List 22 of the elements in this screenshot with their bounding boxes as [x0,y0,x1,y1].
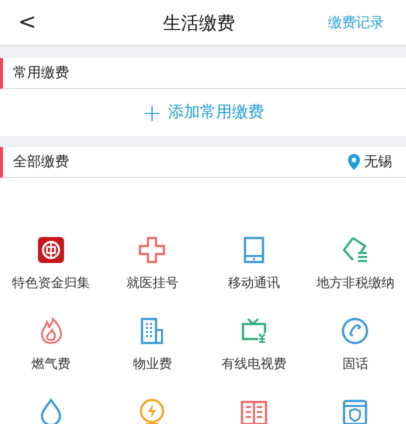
book-icon [240,398,268,424]
service-item[interactable]: 移动通讯 [203,236,304,299]
section-title: 全部缴费 [13,153,69,171]
service-item[interactable]: 有线电视费 [203,317,304,380]
service-item[interactable]: 物业费 [102,317,203,380]
bank-icon [36,236,65,264]
section-title: 常用缴费 [13,64,69,82]
phone-icon [341,317,370,345]
tv-icon [240,317,268,345]
back-button[interactable]: < [14,10,40,35]
service-item[interactable]: 地方非税缴纳 [304,236,406,299]
lightning-icon [138,398,166,424]
city-selector[interactable]: 无锡 [348,153,392,171]
medical-cross-icon [138,236,166,264]
service-item[interactable]: 固话 [304,317,406,380]
service-item[interactable]: 特色资金归集 [0,236,102,299]
shield-icon [341,398,370,424]
page-title: 生活缴费 [163,12,235,34]
location-pin-icon [348,154,360,170]
service-item[interactable]: 燃气费 [0,317,102,380]
ticket-icon [341,236,370,264]
service-item[interactable]: 就医挂号 [102,236,203,299]
